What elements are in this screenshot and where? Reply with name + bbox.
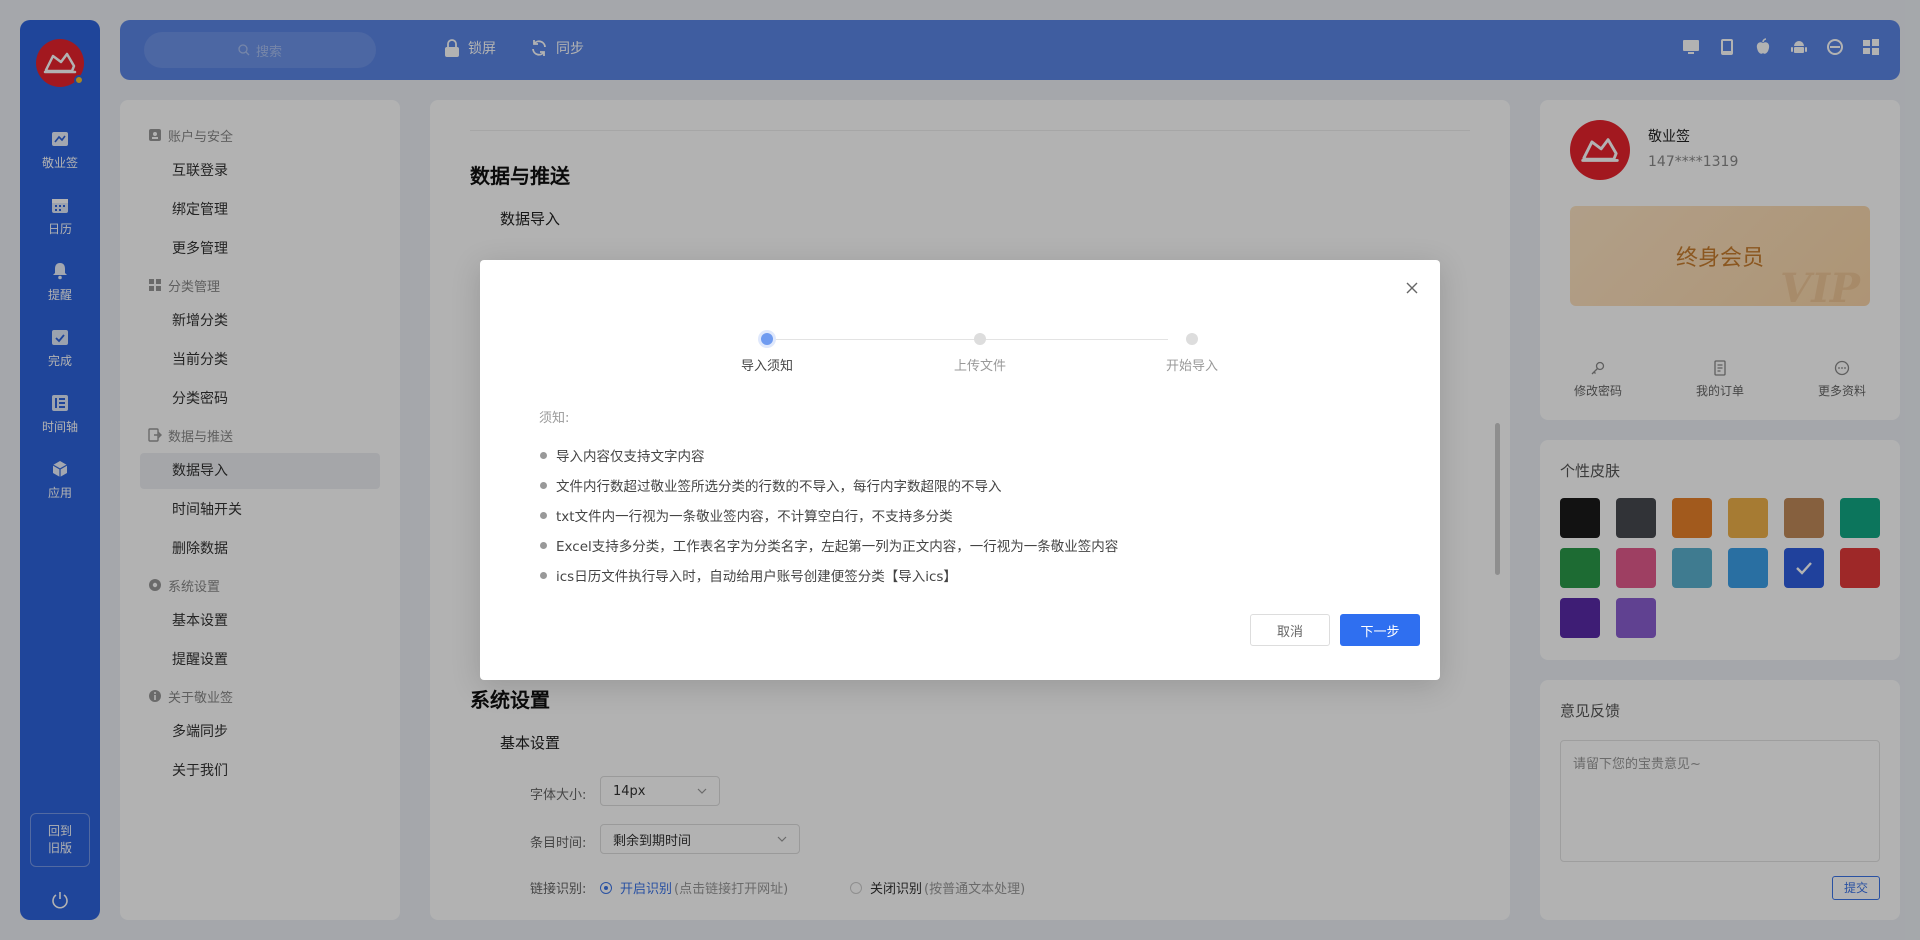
step-notice: 导入须知 (707, 333, 827, 374)
rule-text: 导入内容仅支持文字内容 (556, 449, 705, 465)
cancel-button[interactable]: 取消 (1250, 614, 1330, 646)
next-step-button[interactable]: 下一步 (1340, 614, 1420, 646)
step-dot (974, 333, 986, 345)
list-item: 文件内行数超过敬业签所选分类的行数的不导入，每行内字数超限的不导入 (540, 470, 1118, 500)
step-dot (761, 333, 773, 345)
bullet (540, 571, 547, 579)
list-item: ics日历文件执行导入时，自动给用户账号创建便签分类【导入ics】 (540, 560, 1118, 590)
rule-text: ics日历文件执行导入时，自动给用户账号创建便签分类【导入ics】 (556, 569, 957, 585)
import-dialog: 导入须知 上传文件 开始导入 须知: 导入内容仅支持文字内容 文件内行数超过敬业… (480, 260, 1440, 680)
bullet (540, 541, 547, 549)
bullet (540, 511, 547, 519)
notice-title: 须知: (539, 411, 570, 426)
step-label: 导入须知 (740, 359, 793, 374)
rule-text: Excel支持多分类，工作表名字为分类名字，左起第一列为正文内容，一行视为一条敬… (556, 539, 1119, 555)
step-label: 开始导入 (1165, 359, 1218, 374)
bullet (540, 481, 547, 489)
step-upload: 上传文件 (920, 333, 1040, 374)
step-label: 上传文件 (953, 359, 1006, 374)
list-item: txt文件内一行视为一条敬业签内容，不计算空白行，不支持多分类 (540, 500, 1118, 530)
rule-text: 文件内行数超过敬业签所选分类的行数的不导入，每行内字数超限的不导入 (556, 479, 1002, 495)
step-start-import: 开始导入 (1132, 333, 1252, 374)
list-item: 导入内容仅支持文字内容 (540, 440, 1118, 470)
notice-list: 导入内容仅支持文字内容 文件内行数超过敬业签所选分类的行数的不导入，每行内字数超… (540, 440, 1118, 590)
step-dot (1186, 333, 1198, 345)
list-item: Excel支持多分类，工作表名字为分类名字，左起第一列为正文内容，一行视为一条敬… (540, 530, 1118, 560)
rule-text: txt文件内一行视为一条敬业签内容，不计算空白行，不支持多分类 (556, 509, 953, 525)
bullet (540, 451, 547, 459)
close-icon[interactable] (1404, 280, 1420, 296)
